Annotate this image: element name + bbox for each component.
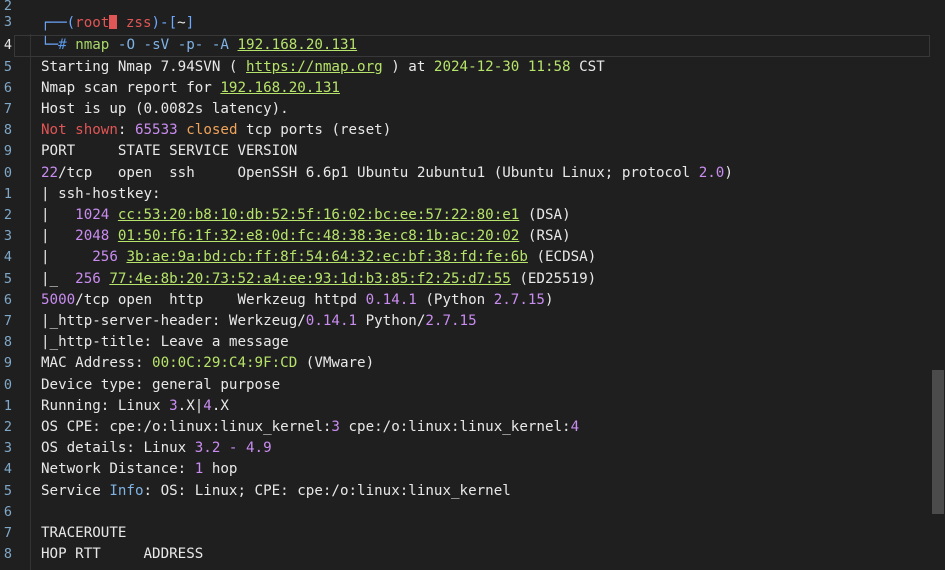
- line-number: 1: [3, 185, 12, 202]
- line-number: 4: [3, 461, 12, 478]
- report-ip-link[interactable]: 192.168.20.131: [220, 80, 340, 96]
- prompt-command-line: └─# nmap -O -sV -p- -A 192.168.20.131: [41, 37, 358, 53]
- hostkey-fingerprint[interactable]: 77:4e:8b:20:73:52:a4:ee:93:1d:b3:85:f2:2…: [109, 271, 510, 287]
- indent-guide: [30, 34, 31, 570]
- line-number: 6: [3, 291, 12, 308]
- output-line-http-title: |_http-title: Leave a message: [41, 334, 289, 351]
- output-line-hop-header: HOP RTT ADDRESS: [41, 546, 204, 563]
- output-line-mac: MAC Address: 00:0C:29:C4:9F:CD (VMware): [41, 355, 375, 372]
- line-number: 3: [3, 14, 12, 30]
- output-line-report: Nmap scan report for 192.168.20.131: [41, 79, 340, 96]
- line-number: 0: [3, 376, 12, 393]
- output-line-host-up: Host is up (0.0082s latency).: [41, 100, 289, 117]
- prompt-host: zss: [125, 15, 152, 31]
- prompt-top-line: ┌──(root zss)-[~]: [41, 15, 195, 31]
- line-number: 6: [3, 79, 12, 96]
- output-line-net-distance: Network Distance: 1 hop: [41, 461, 238, 478]
- line-number: 8: [3, 546, 12, 563]
- scan-date: 2024-12-30 11:58: [433, 58, 571, 75]
- command-args: -O -sV -p- -A: [117, 37, 229, 53]
- output-line-header: PORT STATE SERVICE VERSION: [41, 143, 298, 160]
- prompt-user: root: [75, 15, 110, 31]
- line-number: 2: [3, 418, 12, 435]
- line-number: 8: [3, 122, 12, 139]
- output-line-start: Starting Nmap 7.94SVN ( https://nmap.org…: [41, 58, 605, 75]
- line-number: 5: [3, 58, 12, 75]
- line-number: 1: [3, 397, 12, 414]
- line-number: 5: [3, 270, 12, 287]
- hostkey-row: |_ 256 77:4e:8b:20:73:52:a4:ee:93:1d:b3:…: [41, 270, 597, 287]
- hostkey-row: | 256 3b:ae:9a:bd:cb:ff:8f:54:64:32:ec:b…: [41, 249, 597, 266]
- output-line-running: Running: Linux 3.X|4.X: [41, 397, 229, 414]
- command-target-ip[interactable]: 192.168.20.131: [238, 37, 358, 53]
- output-line-not-shown: Not shown: 65533 closed tcp ports (reset…: [41, 122, 392, 139]
- line-number: 9: [3, 143, 12, 160]
- output-line-os-cpe: OS CPE: cpe:/o:linux:linux_kernel:3 cpe:…: [41, 418, 580, 435]
- line-number: 7: [3, 524, 12, 541]
- output-line-ssh: 22/tcp open ssh OpenSSH 6.6p1 Ubuntu 2ub…: [41, 164, 733, 181]
- output-line-device-type: Device type: general purpose: [41, 376, 281, 393]
- hostkey-row: | 2048 01:50:f6:1f:32:e8:0d:fc:48:38:3e:…: [41, 228, 571, 245]
- prompt-hash: #: [58, 37, 67, 53]
- line-number: 8: [3, 334, 12, 351]
- output-line-http: 5000/tcp open http Werkzeug httpd 0.14.1…: [41, 291, 554, 308]
- line-number: 2: [3, 206, 12, 223]
- hostkey-fingerprint[interactable]: cc:53:20:b8:10:db:52:5f:16:02:bc:ee:57:2…: [118, 207, 519, 223]
- output-line-hostkey-title: | ssh-hostkey:: [41, 185, 161, 202]
- hostkey-fingerprint[interactable]: 01:50:f6:1f:32:e8:0d:fc:48:38:3e:c8:1b:a…: [118, 228, 519, 244]
- line-number: 3: [3, 228, 12, 245]
- line-number: 3: [3, 440, 12, 457]
- mac-address: 00:0C:29:C4:9F:CD: [152, 355, 298, 372]
- output-line-server-header: |_http-server-header: Werkzeug/0.14.1 Py…: [41, 312, 477, 329]
- output-line-service-info: Service Info: OS: Linux; CPE: cpe:/o:lin…: [41, 482, 511, 499]
- line-number: 0: [3, 164, 12, 181]
- command-name: nmap: [75, 37, 110, 53]
- vertical-scrollbar[interactable]: [931, 0, 945, 570]
- line-number: 9: [3, 355, 12, 372]
- prompt-dir: ~: [177, 15, 186, 31]
- hostkey-fingerprint[interactable]: 3b:ae:9a:bd:cb:ff:8f:54:64:32:ec:bf:38:f…: [126, 249, 527, 265]
- line-number: 5: [3, 482, 12, 499]
- nmap-url-link[interactable]: https://nmap.org: [246, 59, 383, 75]
- output-line-os-details: OS details: Linux 3.2 - 4.9: [41, 440, 272, 457]
- output-line-traceroute: TRACEROUTE: [41, 524, 127, 541]
- line-number-current: 4: [3, 37, 12, 53]
- line-number: 6: [3, 503, 12, 520]
- line-number: 7: [3, 312, 12, 329]
- line-number: 4: [3, 249, 12, 266]
- line-number: 7: [3, 100, 12, 117]
- scrollbar-thumb[interactable]: [932, 370, 944, 514]
- line-number-gutter: 2 3 4 5 6 7 8 9 0 1 2 3 4 5 6 7 8 9 0 1 …: [0, 0, 14, 570]
- hostkey-row: | 1024 cc:53:20:b8:10:db:52:5f:16:02:bc:…: [41, 206, 571, 223]
